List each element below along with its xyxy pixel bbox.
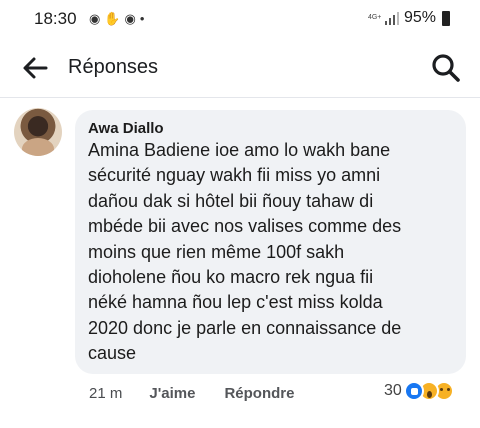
reaction-count: 30 bbox=[384, 382, 402, 399]
dot-icon: • bbox=[139, 11, 145, 26]
comment-actions: 21 m J'aime Répondre bbox=[89, 385, 294, 402]
network-type: 4G+ bbox=[367, 14, 382, 21]
search-icon[interactable] bbox=[430, 52, 462, 84]
avatar[interactable] bbox=[14, 108, 62, 156]
status-time: 18:30 bbox=[34, 9, 77, 28]
like-button[interactable]: J'aime bbox=[149, 385, 195, 402]
messenger-icon: ◉ bbox=[89, 11, 101, 26]
comment-bubble: Awa Diallo Amina Badiene ioe amo lo wakh… bbox=[75, 110, 466, 374]
status-right: 4G+ 95% bbox=[368, 9, 450, 27]
battery-level: 95% bbox=[403, 9, 436, 26]
reactions-summary[interactable]: 30 bbox=[384, 381, 454, 401]
status-bar: 18:30 ◉ ✋ ◉ • 4G+ 95% bbox=[0, 0, 480, 40]
comment-author[interactable]: Awa Diallo bbox=[88, 120, 454, 137]
like-reaction-icon bbox=[403, 381, 424, 401]
messenger-icon: ◉ bbox=[124, 11, 136, 26]
header: Réponses bbox=[0, 40, 480, 98]
signal-icon bbox=[384, 12, 399, 25]
comment-text: Amina Badiene ioe amo lo wakh bane sécur… bbox=[88, 140, 402, 364]
page-title: Réponses bbox=[68, 56, 159, 78]
notification-icons: ◉ ✋ ◉ • bbox=[89, 10, 144, 28]
battery-icon bbox=[442, 10, 450, 26]
arrow-left-icon[interactable] bbox=[20, 54, 50, 82]
header-divider bbox=[0, 97, 480, 98]
reply-button[interactable]: Répondre bbox=[224, 385, 294, 402]
hand-icon: ✋ bbox=[104, 11, 121, 26]
comment-time: 21 m bbox=[89, 385, 123, 402]
